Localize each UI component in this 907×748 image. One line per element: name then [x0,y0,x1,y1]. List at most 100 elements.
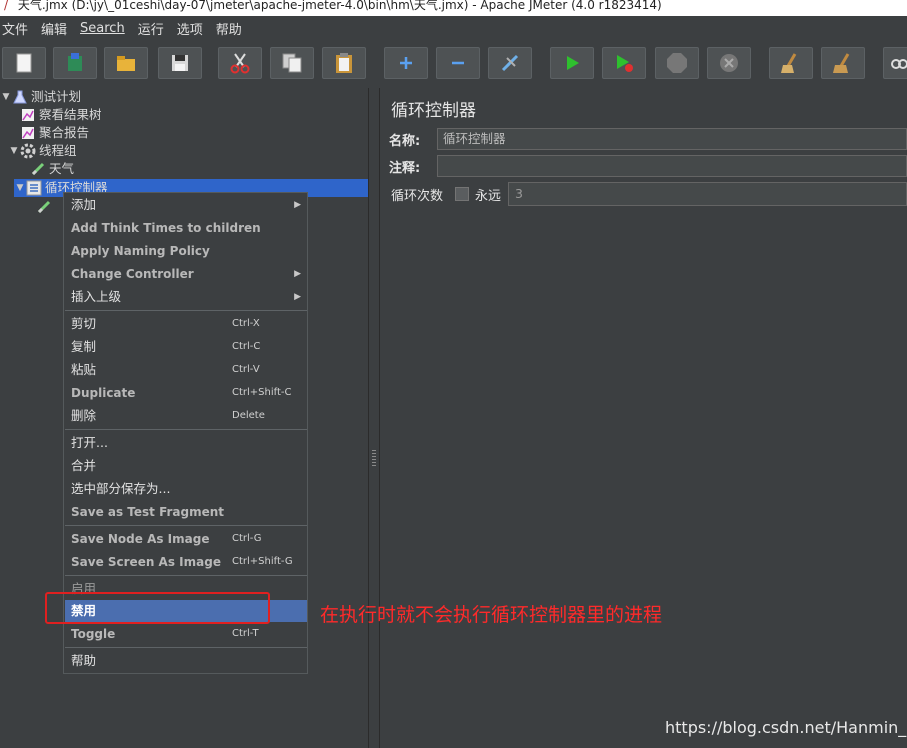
copy-icon [282,53,302,73]
loop-count-row: 循环次数 永远 [391,182,501,206]
menu-edit[interactable]: 编辑 [35,19,74,38]
tree-item-test-plan[interactable]: ▼ 测试计划 [0,88,120,106]
search-button[interactable] [883,47,907,79]
comment-row: 注释: [389,154,907,178]
expanded-arrow-icon[interactable]: ▼ [14,179,26,197]
menu-item-help[interactable]: 帮助 [65,650,307,672]
expand-all-button[interactable] [384,47,428,79]
menu-item-save-screen-as-image[interactable]: Save Screen As Image Ctrl+Shift-G [65,551,307,573]
menu-separator [65,525,307,526]
tree-item-label: 聚合报告 [39,125,90,140]
menu-help[interactable]: 帮助 [210,19,249,38]
start-button[interactable] [550,47,594,79]
gear-icon [20,143,36,159]
menu-item-insert-parent[interactable]: 插入上级 ▶ [65,286,307,308]
watermark: https://blog.csdn.net/Hanmin_hm [665,718,907,737]
start-icon [567,56,579,70]
open-icon [117,56,135,71]
listener-icon [20,107,36,123]
comment-field[interactable] [437,155,907,177]
comment-label: 注释: [389,160,421,176]
tree-item-label: 线程组 [39,143,77,158]
loop-count-field[interactable]: 3 [508,182,907,206]
paste-button[interactable] [322,47,366,79]
paste-icon [336,53,352,73]
menu-separator [65,310,307,311]
menu-file[interactable]: 文件 [0,19,35,38]
tree-item-view-results-tree[interactable]: 察看结果树 [20,106,140,124]
new-button[interactable] [2,47,46,79]
annotation-text: 在执行时就不会执行循环控制器里的进程 [320,604,663,626]
copy-button[interactable] [270,47,314,79]
stop-icon [667,53,687,73]
menu-item-copy[interactable]: 复制 Ctrl-C [65,336,307,358]
tree-item-label: 测试计划 [31,89,82,104]
menu-item-open[interactable]: 打开... [65,432,307,454]
window-title-bar: / 天气.jmx (D:\jy\_01ceshi\day-07\jmeter\a… [0,0,907,16]
save-button[interactable] [158,47,202,79]
tree-item-child-sampler[interactable] [36,198,62,216]
menu-item-save-as-test-fragment[interactable]: Save as Test Fragment [65,501,307,523]
test-plan-icon [12,89,28,105]
submenu-arrow-icon: ▶ [294,292,301,302]
menu-separator [65,429,307,430]
expanded-arrow-icon[interactable]: ▼ [8,142,20,160]
clear-button[interactable] [769,47,813,79]
loop-count-label: 循环次数 [391,188,444,204]
menu-options[interactable]: 选项 [171,19,210,38]
tree-item-thread-group[interactable]: ▼ 线程组 [8,142,128,160]
menu-item-cut[interactable]: 剪切 Ctrl-X [65,313,307,335]
annotation-highlight-box [45,592,270,624]
tree-item-weather-sampler[interactable]: 天气 [30,160,130,178]
menu-item-toggle[interactable]: Toggle Ctrl-T [65,623,307,645]
cut-icon [230,53,250,74]
menu-item-add-think-times[interactable]: Add Think Times to children [65,217,307,239]
expand-icon [400,57,412,69]
open-button[interactable] [104,47,148,79]
menu-item-duplicate[interactable]: Duplicate Ctrl+Shift-C [65,382,307,404]
sampler-icon [30,161,46,177]
shutdown-button[interactable] [707,47,751,79]
forever-checkbox[interactable] [455,187,470,201]
submenu-arrow-icon: ▶ [294,200,301,210]
start-no-pause-button[interactable] [602,47,646,79]
clear-all-icon [833,53,850,73]
clear-icon [781,53,797,73]
toggle-button[interactable] [488,47,532,79]
window-title: 天气.jmx (D:\jy\_01ceshi\day-07\jmeter\apa… [17,0,662,12]
templates-button[interactable] [53,47,97,79]
clear-all-button[interactable] [821,47,865,79]
collapse-all-button[interactable] [436,47,480,79]
submenu-arrow-icon: ▶ [294,269,301,279]
menu-item-change-controller[interactable]: Change Controller ▶ [65,263,307,285]
menu-item-save-node-as-image[interactable]: Save Node As Image Ctrl-G [65,528,307,550]
collapse-icon [452,61,464,65]
panel-title: 循环控制器 [391,101,476,121]
menu-item-add[interactable]: 添加 ▶ [65,194,307,216]
menu-separator [65,575,307,576]
loop-controller-panel: 循环控制器 名称: 循环控制器 注释: 循环次数 永远 3 [381,88,907,748]
toolbar [0,40,907,88]
shutdown-icon [720,54,738,72]
menu-separator [65,647,307,648]
sampler-icon [36,199,52,215]
menu-search[interactable]: Search [74,21,132,36]
menu-item-paste[interactable]: 粘贴 Ctrl-V [65,359,307,381]
menu-item-save-selection-as[interactable]: 选中部分保存为... [65,478,307,500]
stop-button[interactable] [655,47,699,79]
tree-item-label: 天气 [49,161,75,176]
tree-item-label: 察看结果树 [39,107,102,122]
menu-item-merge[interactable]: 合并 [65,455,307,477]
splitter-grip[interactable] [372,450,376,466]
menu-item-delete[interactable]: 删除 Delete [65,405,307,427]
templates-icon [68,53,82,71]
jmeter-feather-icon: / [4,0,9,12]
name-field[interactable]: 循环控制器 [437,128,907,150]
panel-splitter[interactable] [368,88,380,748]
cut-button[interactable] [218,47,262,79]
menu-item-apply-naming-policy[interactable]: Apply Naming Policy [65,240,307,262]
tree-item-aggregate-report[interactable]: 聚合报告 [20,124,140,142]
menu-run[interactable]: 运行 [132,19,171,38]
expanded-arrow-icon[interactable]: ▼ [0,88,12,106]
forever-label: 永远 [475,188,502,204]
